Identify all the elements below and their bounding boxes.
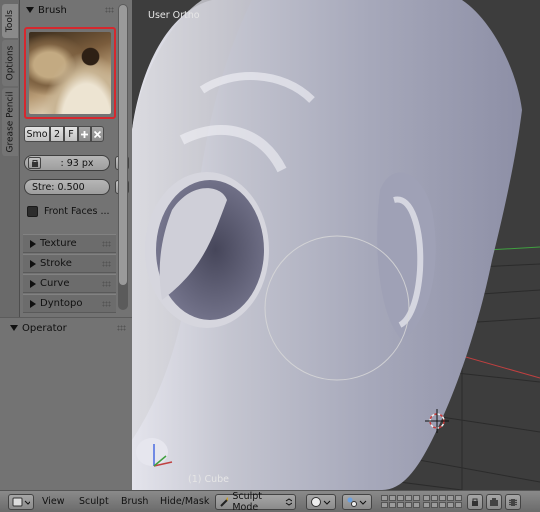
- strength-field[interactable]: Stre: 0.500: [24, 179, 110, 195]
- drag-grip-icon[interactable]: [102, 301, 111, 307]
- drag-grip-icon[interactable]: [102, 281, 111, 287]
- texture-panel-title: Texture: [40, 238, 77, 249]
- texture-panel-header[interactable]: Texture: [23, 234, 116, 253]
- menu-view[interactable]: View: [42, 496, 65, 507]
- pivot-icon: [347, 497, 367, 507]
- brush-name-field[interactable]: Smo: [24, 126, 50, 142]
- front-faces-checkbox[interactable]: [27, 206, 38, 217]
- mode-selector[interactable]: Sculpt Mode: [215, 491, 296, 512]
- collapse-triangle-icon: [26, 7, 34, 13]
- scene-layers-group-2[interactable]: [423, 495, 462, 508]
- drag-grip-icon[interactable]: [117, 325, 126, 331]
- drag-grip-icon[interactable]: [102, 261, 111, 267]
- strength-value: Stre: 0.500: [32, 181, 85, 193]
- curve-panel-title: Curve: [40, 278, 70, 289]
- tool-shelf-tabs: Tools Options Grease Pencil: [0, 0, 20, 317]
- tab-options[interactable]: Options: [2, 40, 18, 86]
- sculpt-brush-icon: [220, 497, 229, 507]
- radius-value: : 93 px: [60, 157, 94, 169]
- front-faces-label: Front Faces ...: [44, 206, 110, 217]
- dyntopo-panel-header[interactable]: Dyntopo: [23, 294, 116, 313]
- tool-shelf: Brush Smo 2 F : 93 px Stre: 0.500 Front …: [20, 0, 132, 317]
- stroke-panel-title: Stroke: [40, 258, 72, 269]
- mode-label: Sculpt Mode: [232, 491, 263, 512]
- brush-preview[interactable]: [24, 27, 116, 119]
- render-animation-button[interactable]: [505, 494, 521, 510]
- editor-type-button[interactable]: [8, 494, 34, 510]
- expand-triangle-icon: [30, 299, 36, 308]
- expand-triangle-icon: [30, 279, 36, 288]
- tab-grease-pencil-label: Grease Pencil: [5, 91, 16, 153]
- dyntopo-panel-title: Dyntopo: [40, 298, 83, 309]
- brush-users-count[interactable]: 2: [50, 126, 64, 142]
- view-label: User Ortho: [148, 10, 200, 21]
- pivot-point-button[interactable]: [342, 494, 372, 510]
- render-image-button[interactable]: [486, 494, 502, 510]
- viewport-canvas[interactable]: [132, 0, 540, 490]
- radius-field[interactable]: : 93 px: [24, 155, 110, 171]
- brush-thumbnail: [29, 32, 111, 114]
- 3d-viewport[interactable]: User Ortho (1) Cube: [132, 0, 540, 490]
- camera-icon: [490, 498, 498, 506]
- stroke-panel-header[interactable]: Stroke: [23, 254, 116, 273]
- collapse-triangle-icon: [10, 325, 18, 331]
- new-brush-button[interactable]: [78, 126, 91, 142]
- tool-shelf-scrollbar[interactable]: [118, 4, 128, 310]
- menu-brush[interactable]: Brush: [121, 496, 148, 507]
- brush-datablock: Smo 2 F: [24, 126, 104, 142]
- operator-panel-header[interactable]: Operator: [4, 318, 136, 338]
- operator-panel: Operator: [0, 317, 132, 490]
- shading-sphere-icon: [311, 497, 331, 507]
- mesh-lower-blob: [136, 438, 168, 466]
- menu-sculpt[interactable]: Sculpt: [79, 496, 109, 507]
- brush-panel-title: Brush: [38, 4, 67, 16]
- fake-user-button[interactable]: F: [64, 126, 78, 142]
- x-icon: [93, 130, 102, 138]
- tab-tools-label: Tools: [5, 9, 16, 33]
- lock-camera-button[interactable]: [467, 494, 483, 510]
- expand-triangle-icon: [30, 259, 36, 268]
- tab-options-label: Options: [5, 45, 16, 81]
- lock-radius-icon[interactable]: [28, 157, 41, 169]
- tab-tools[interactable]: Tools: [2, 4, 18, 38]
- viewport-shading-button[interactable]: [306, 494, 336, 510]
- active-object-label: (1) Cube: [188, 474, 230, 485]
- tab-grease-pencil[interactable]: Grease Pencil: [2, 88, 18, 156]
- unlink-brush-button[interactable]: [91, 126, 104, 142]
- scene-layers-group-1[interactable]: [381, 495, 420, 508]
- drag-grip-icon[interactable]: [105, 7, 114, 13]
- curve-panel-header[interactable]: Curve: [23, 274, 116, 293]
- brush-panel-header[interactable]: Brush: [20, 0, 132, 20]
- 3d-view-header: View Sculpt Brush Hide/Mask Sculpt Mode: [0, 490, 540, 512]
- lock-icon: [472, 498, 478, 506]
- operator-panel-title: Operator: [22, 322, 67, 334]
- front-faces-option[interactable]: Front Faces ...: [27, 206, 110, 217]
- plus-icon: [81, 130, 88, 138]
- chevron-updown-icon: [286, 498, 292, 506]
- editor-type-icon: [12, 497, 30, 507]
- scrollbar-thumb[interactable]: [119, 5, 127, 285]
- drag-grip-icon[interactable]: [102, 241, 111, 247]
- film-icon: [509, 499, 517, 506]
- menu-hide-mask[interactable]: Hide/Mask: [160, 496, 209, 507]
- expand-triangle-icon: [30, 239, 36, 248]
